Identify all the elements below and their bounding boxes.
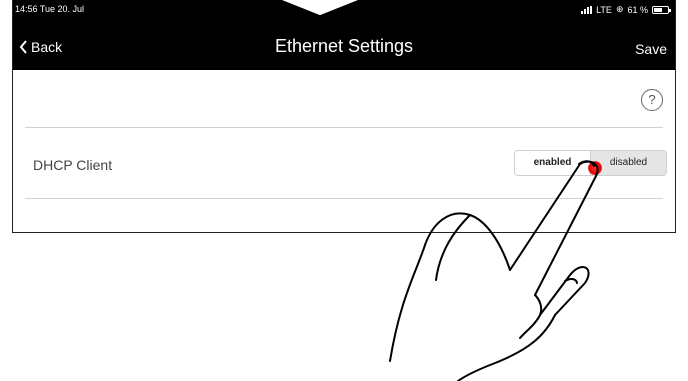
dhcp-client-label: DHCP Client [33,157,113,173]
signal-icon [581,5,593,14]
network-type: LTE [596,4,612,15]
help-icon[interactable]: ? [641,89,663,111]
popover-arrow-icon [280,0,360,17]
location-icon: ⊕ [615,4,624,14]
battery-percent: 61 % [627,4,648,15]
save-button[interactable]: Save [635,41,667,57]
page-title: Ethernet Settings [274,36,414,56]
battery-icon [652,5,671,14]
help-row: ? [13,70,675,127]
status-indicators: LTE ⊕ 61 % [581,4,671,15]
page: 14:56 Tue 20. Jul LTE ⊕ 61 % Back Ethern… [0,0,688,381]
battery-level [654,7,662,12]
pointing-hand-icon [389,160,599,381]
navigation-bar: Back Ethernet Settings Save [13,30,675,70]
status-time: 14:56 Tue 20. Jul [15,4,85,14]
